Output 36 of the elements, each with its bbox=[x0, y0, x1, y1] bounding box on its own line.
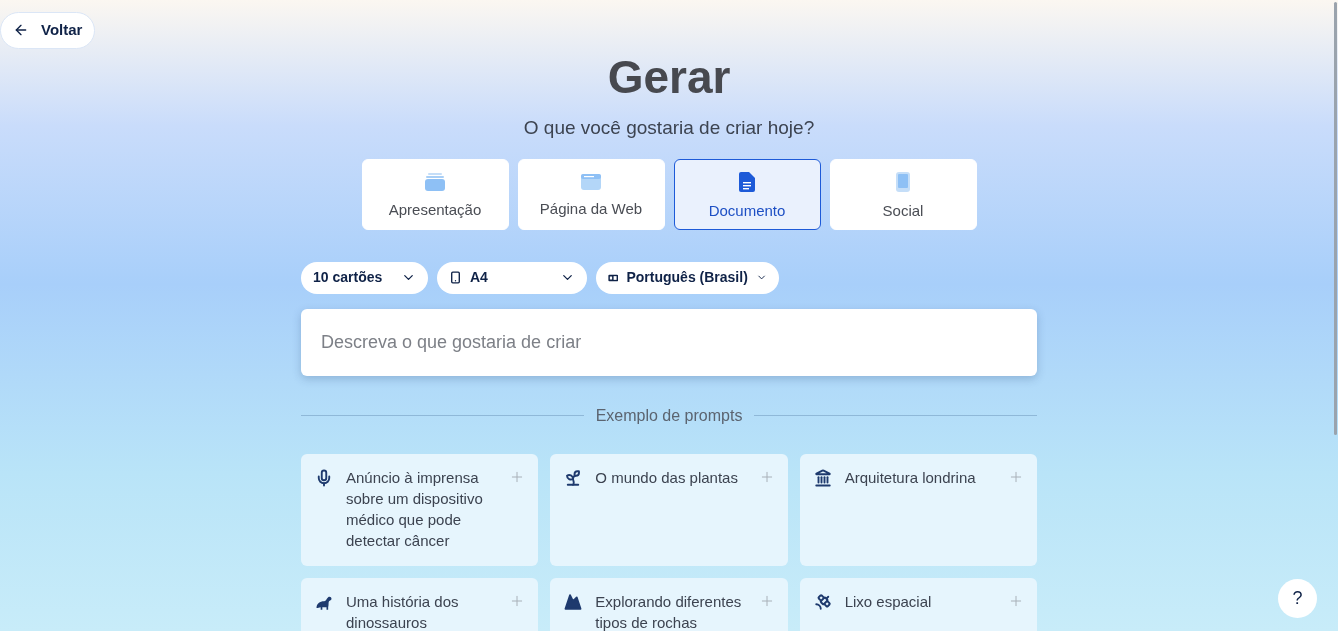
example-prompt-card[interactable]: Explorando diferentes tipos de rochas bbox=[550, 577, 788, 631]
prompt-input-field[interactable]: Descreva o que gostaria de criar bbox=[301, 308, 1037, 376]
type-tab[interactable]: Página da Web bbox=[517, 158, 665, 230]
example-prompt-text: Arquitetura londrina bbox=[844, 467, 977, 488]
microphone-icon bbox=[315, 468, 333, 487]
page-title: Gerar bbox=[607, 50, 731, 104]
example-prompt-text: O mundo das plantas bbox=[595, 467, 739, 488]
phone-icon bbox=[895, 171, 911, 194]
back-button[interactable]: Voltar bbox=[0, 12, 96, 49]
mountain-icon bbox=[564, 592, 583, 611]
example-prompt-text: Lixo espacial bbox=[844, 591, 933, 612]
columns-building-icon bbox=[813, 468, 832, 487]
example-prompt-text: Anúncio à imprensa sobre um dispositivo médico que pode detectar câncer bbox=[346, 467, 484, 551]
page-subtitle: O que você gostaria de criar hoje? bbox=[523, 116, 815, 140]
option-dropdown[interactable]: A4 bbox=[437, 261, 587, 294]
example-prompt-card[interactable]: Lixo espacial bbox=[799, 577, 1037, 631]
example-prompt-card[interactable]: Arquitetura londrina bbox=[799, 453, 1037, 566]
help-button[interactable]: ? bbox=[1278, 579, 1317, 618]
option-dropdown[interactable]: Português (Brasil) bbox=[596, 261, 779, 294]
page-icon bbox=[449, 271, 462, 284]
example-prompt-text: Explorando diferentes tipos de rochas bbox=[595, 591, 743, 631]
examples-heading: Exemplo de prompts bbox=[595, 405, 743, 426]
browser-window-icon bbox=[580, 173, 602, 192]
language-icon bbox=[608, 272, 619, 283]
folder-icon bbox=[424, 172, 446, 193]
type-tab[interactable]: Apresentação bbox=[361, 158, 509, 230]
satellite-icon bbox=[813, 592, 832, 611]
example-prompt-card[interactable]: Anúncio à imprensa sobre um dispositivo médico que pode detectar câncer bbox=[301, 453, 539, 566]
option-dropdown[interactable]: 10 cartões bbox=[301, 261, 428, 294]
sprout-icon bbox=[564, 468, 583, 487]
example-prompt-card[interactable]: O mundo das plantas bbox=[550, 453, 788, 566]
type-tab[interactable]: Social bbox=[829, 158, 977, 230]
type-tab[interactable]: Documento bbox=[673, 158, 821, 230]
example-prompt-card[interactable]: Uma história dos dinossauros bbox=[301, 577, 539, 631]
example-prompt-text: Uma história dos dinossauros bbox=[346, 591, 460, 631]
document-icon bbox=[738, 171, 756, 194]
